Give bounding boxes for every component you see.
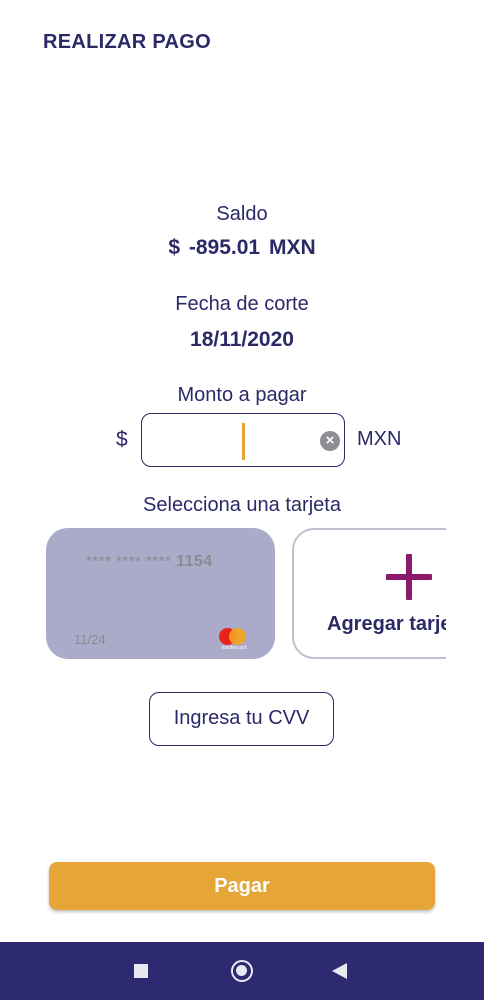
- card-number: **** **** **** 1154: [86, 553, 213, 571]
- card-number-mask: **** **** ****: [86, 553, 172, 570]
- home-icon[interactable]: [231, 960, 253, 982]
- select-card-label: Selecciona una tarjeta: [143, 494, 341, 516]
- text-caret: [242, 423, 245, 460]
- card-expiry: 11/24: [74, 632, 106, 647]
- recent-apps-icon[interactable]: [134, 964, 148, 978]
- add-card-button[interactable]: Agregar tarjeta: [292, 528, 446, 659]
- amount-field[interactable]: ×: [141, 413, 345, 467]
- cutoff-date-label: Fecha de corte: [175, 293, 309, 315]
- back-icon[interactable]: [332, 963, 347, 979]
- add-card-label: Agregar tarjeta: [327, 613, 446, 635]
- system-nav-bar: [0, 942, 484, 1000]
- mastercard-logo-icon: mastercard: [219, 628, 249, 651]
- amount-label: Monto a pagar: [177, 384, 307, 406]
- enter-cvv-button[interactable]: Ingresa tu CVV: [149, 692, 334, 746]
- clear-icon[interactable]: ×: [320, 431, 340, 451]
- balance-label: Saldo: [216, 203, 268, 225]
- currency-symbol: $: [116, 428, 128, 451]
- balance-value: $ -895.01 MXN: [168, 236, 316, 259]
- amount-input[interactable]: [152, 422, 312, 458]
- plus-icon: [386, 554, 432, 600]
- page-title: REALIZAR PAGO: [43, 31, 211, 53]
- cutoff-date-value: 18/11/2020: [190, 328, 294, 351]
- add-card-viewport: Agregar tarjeta: [291, 527, 446, 661]
- card-last4: 1154: [176, 553, 213, 570]
- saved-card[interactable]: **** **** **** 1154 11/24 mastercard: [46, 528, 275, 659]
- currency-code: MXN: [357, 428, 402, 450]
- mastercard-logo-text: mastercard: [221, 645, 247, 651]
- pay-button[interactable]: Pagar: [49, 862, 435, 910]
